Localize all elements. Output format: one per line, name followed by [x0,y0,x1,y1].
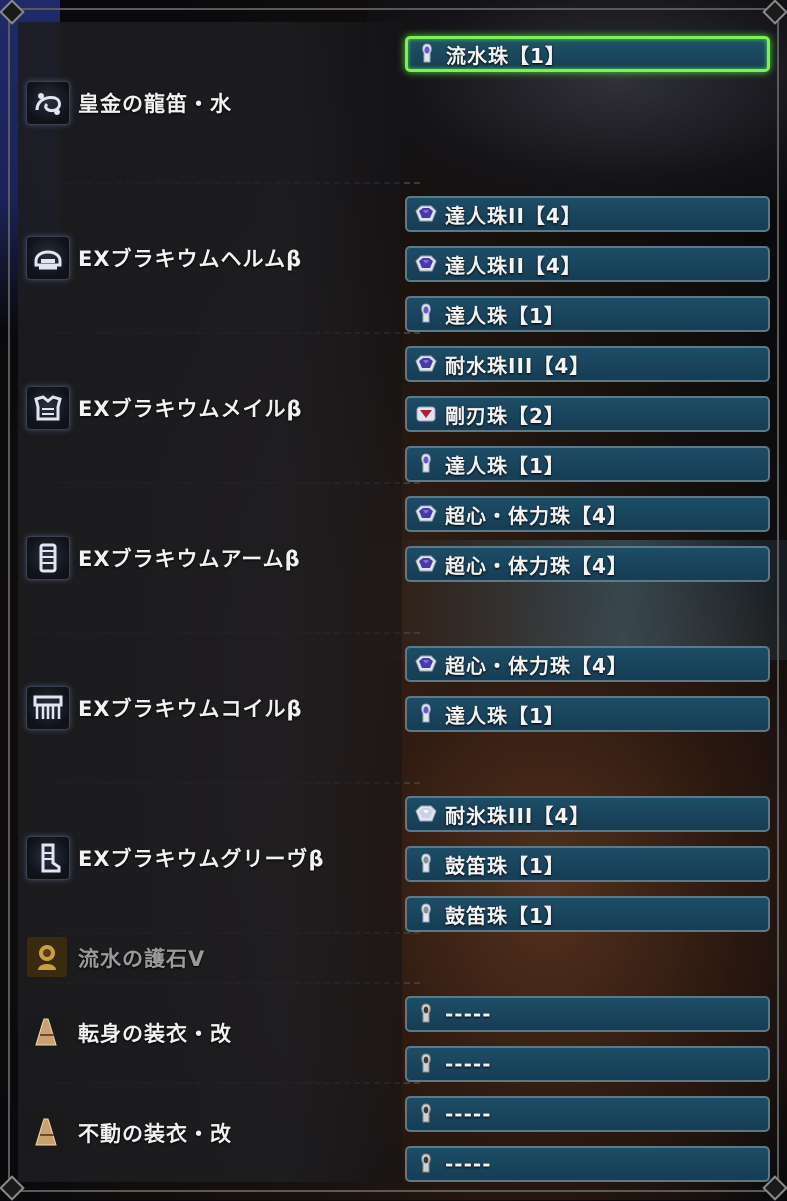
equipment-name: 流水の護石V [78,947,206,971]
decoration-label: ----- [445,1052,492,1076]
decoration-label: 達人珠【1】 [445,303,565,328]
empty-slot-icon [411,1001,441,1027]
decoration-label: 剛刃珠【2】 [445,403,565,428]
decoration-label: 達人珠II【4】 [445,203,582,228]
decoration-slot[interactable]: 超心・体力珠【4】 [405,496,770,532]
decoration-label: ----- [445,1002,492,1026]
decoration-label: 超心・体力珠【4】 [445,503,628,528]
equipment-row[interactable]: 不動の装衣・改 ----- ----- [18,1082,770,1182]
empty-slot-icon [411,1101,441,1127]
decoration-slot[interactable]: 達人珠【1】 [405,696,770,732]
equipment-decoration-list: 皇金の龍笛・水 流水珠【1】 EXブラキウムヘルムβ 達人珠II【4】 達人珠I… [18,18,770,1182]
empty-slot-icon [411,1151,441,1177]
decoration-slot[interactable]: 達人珠II【4】 [405,196,770,232]
decoration-slot[interactable]: ----- [405,1046,770,1082]
equipment-name: 転身の装衣・改 [78,1022,232,1046]
decoration-slot[interactable]: 流水珠【1】 [405,36,770,72]
decoration-label: 達人珠【1】 [445,703,565,728]
decoration-label: 流水珠【1】 [446,43,566,68]
decoration-label: 達人珠II【4】 [445,253,582,278]
decoration-slot[interactable]: 超心・体力珠【4】 [405,646,770,682]
leg-armor-icon [26,836,70,880]
equipment-row[interactable]: EXブラキウムグリーヴβ 耐氷珠III【4】 鼓笛珠【1】 鼓笛珠【1】 [18,782,770,932]
hunting-horn-icon [26,81,70,125]
decoration-label: 鼓笛珠【1】 [445,903,565,928]
arm-armor-icon [26,536,70,580]
chest-armor-icon [26,386,70,430]
equipment-name: EXブラキウムコイルβ [78,697,303,721]
decoration-slot[interactable]: 達人珠II【4】 [405,246,770,282]
decoration-slot[interactable]: 剛刃珠【2】 [405,396,770,432]
decoration-slot[interactable]: 達人珠【1】 [405,296,770,332]
gem-lv4-icon [411,351,441,377]
equipment-row[interactable]: EXブラキウムアームβ 超心・体力珠【4】 超心・体力珠【4】 [18,482,770,632]
equipment-row[interactable]: EXブラキウムメイルβ 耐水珠III【4】 剛刃珠【2】 達人珠【1】 [18,332,770,482]
mantle-icon [26,1111,68,1153]
gem-lv1-gray-icon [411,901,441,927]
equipment-name: EXブラキウムグリーヴβ [78,847,325,871]
equipment-name: EXブラキウムアームβ [78,547,301,571]
equipment-row[interactable]: EXブラキウムヘルムβ 達人珠II【4】 達人珠II【4】 達人珠【1】 [18,182,770,332]
helm-icon [26,236,70,280]
decoration-label: ----- [445,1102,492,1126]
decoration-label: 超心・体力珠【4】 [445,653,628,678]
equipment-name: EXブラキウムメイルβ [78,397,303,421]
decoration-slot[interactable]: ----- [405,1146,770,1182]
gem-lv4-icon [411,201,441,227]
charm-icon [26,936,68,978]
gem-lv4-white-icon [411,801,441,827]
gem-lv4-icon [411,501,441,527]
equipment-name: EXブラキウムヘルムβ [78,247,303,271]
decoration-label: 耐氷珠III【4】 [445,803,591,828]
gem-lv4-icon [411,651,441,677]
mantle-icon [26,1011,68,1053]
equipment-row-background [18,932,402,982]
equipment-row[interactable]: 流水の護石V [18,932,769,982]
empty-slot-icon [411,1051,441,1077]
waist-armor-icon [26,686,70,730]
decoration-label: 鼓笛珠【1】 [445,853,565,878]
decoration-slot[interactable]: ----- [405,1096,770,1132]
equipment-name: 皇金の龍笛・水 [78,92,232,116]
decoration-slot[interactable]: 達人珠【1】 [405,446,770,482]
decoration-label: 超心・体力珠【4】 [445,553,628,578]
decoration-slot[interactable]: 鼓笛珠【1】 [405,846,770,882]
decoration-slot[interactable]: 鼓笛珠【1】 [405,896,770,932]
gem-lv4-icon [411,551,441,577]
decoration-label: 耐水珠III【4】 [445,353,591,378]
gem-lv1-icon [412,41,442,67]
decoration-slot[interactable]: ----- [405,996,770,1032]
decoration-slot[interactable]: 超心・体力珠【4】 [405,546,770,582]
gem-lv4-icon [411,251,441,277]
equipment-row[interactable]: EXブラキウムコイルβ 超心・体力珠【4】 達人珠【1】 [18,632,770,782]
decoration-slot[interactable]: 耐氷珠III【4】 [405,796,770,832]
equipment-name: 不動の装衣・改 [78,1122,232,1146]
gem-lv2-icon [411,401,441,427]
equipment-row[interactable]: 皇金の龍笛・水 流水珠【1】 [18,22,770,182]
gem-lv1-icon [411,701,441,727]
decoration-label: 達人珠【1】 [445,453,565,478]
gem-lv1-icon [411,451,441,477]
gem-lv1-gray-icon [411,851,441,877]
equipment-row[interactable]: 転身の装衣・改 ----- ----- [18,982,770,1082]
decoration-label: ----- [445,1152,492,1176]
gem-lv1-icon [411,301,441,327]
decoration-slot[interactable]: 耐水珠III【4】 [405,346,770,382]
